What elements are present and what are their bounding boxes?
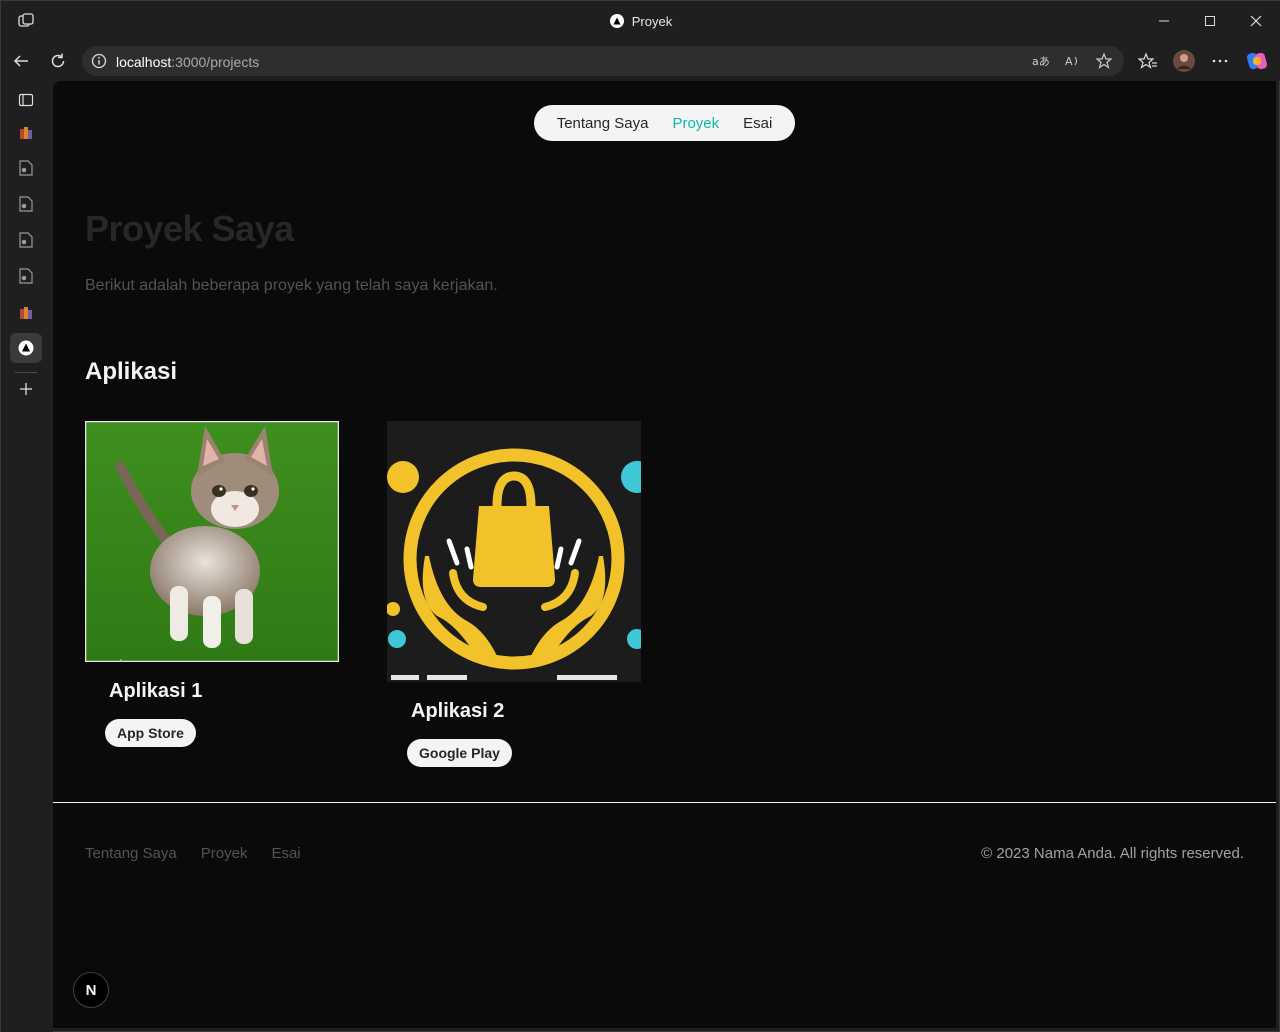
close-icon[interactable]: [1233, 1, 1279, 41]
site-favicon-icon: [609, 14, 624, 28]
app-store-button[interactable]: App Store: [105, 719, 196, 747]
minimize-icon[interactable]: [1141, 1, 1187, 41]
site-info-icon[interactable]: [91, 53, 107, 74]
tab-document-icon[interactable]: [15, 193, 37, 215]
footer-link-proyek[interactable]: Proyek: [201, 845, 248, 862]
sidebar-divider: [15, 372, 37, 373]
nextjs-dev-badge[interactable]: N: [73, 972, 109, 1008]
card-title: Aplikasi 2: [411, 700, 505, 722]
url-text[interactable]: localhost:3000/projects: [116, 54, 259, 70]
tab-favicon-icon[interactable]: [15, 121, 37, 143]
shopping-bag-hands-logo: [387, 421, 641, 682]
top-navigation: Tentang Saya Proyek Esai: [534, 105, 795, 141]
nav-link-esai[interactable]: Esai: [743, 115, 772, 132]
new-tab-plus-icon[interactable]: [15, 378, 37, 400]
copyright-text: © 2023 Nama Anda. All rights reserved.: [981, 845, 1244, 862]
nav-link-tentang-saya[interactable]: Tentang Saya: [557, 115, 649, 132]
page-title: Proyek Saya: [85, 208, 294, 249]
tab-favicon-icon[interactable]: [15, 301, 37, 323]
browser-toolbar: localhost:3000/projects aあ A: [1, 41, 1280, 81]
footer-divider: [53, 802, 1276, 803]
url-path: :3000/projects: [171, 54, 260, 70]
tab-actions-icon[interactable]: [15, 89, 37, 111]
footer-link-tentang-saya[interactable]: Tentang Saya: [85, 845, 177, 862]
page-content: Tentang Saya Proyek Esai Proyek Saya Ber…: [53, 81, 1276, 1028]
refresh-icon[interactable]: [46, 49, 70, 73]
nextjs-logo-icon: N: [85, 981, 97, 999]
title-bar: Proyek: [1, 1, 1280, 41]
window-title: Proyek: [1, 13, 1280, 29]
tab-title: Proyek: [631, 13, 673, 29]
page-description: Berikut adalah beberapa proyek yang tela…: [85, 277, 498, 294]
project-card[interactable]: Aplikasi 1 App Store: [85, 421, 339, 747]
address-bar[interactable]: localhost:3000/projects aあ A: [82, 46, 1124, 76]
footer-link-esai[interactable]: Esai: [271, 845, 300, 862]
nav-link-proyek[interactable]: Proyek: [672, 115, 719, 132]
maximize-icon[interactable]: [1187, 1, 1233, 41]
card-title: Aplikasi 1: [109, 680, 203, 702]
back-arrow-icon[interactable]: [9, 49, 33, 73]
tab-document-icon[interactable]: [15, 157, 37, 179]
svg-text:A: A: [1065, 55, 1073, 68]
read-aloud-icon[interactable]: A: [1064, 52, 1082, 70]
project-card[interactable]: Aplikasi 2 Google Play: [387, 421, 641, 767]
favorites-icon[interactable]: [1136, 49, 1160, 73]
kitten-photo: [85, 421, 339, 662]
tab-document-icon[interactable]: [15, 229, 37, 251]
tab-document-icon[interactable]: [15, 265, 37, 287]
section-title: Aplikasi: [85, 358, 178, 385]
url-host: localhost: [116, 54, 172, 70]
copilot-icon[interactable]: [1245, 49, 1269, 73]
profile-avatar[interactable]: [1172, 49, 1196, 73]
footer-navigation: Tentang Saya Proyek Esai: [85, 845, 301, 862]
more-options-icon[interactable]: [1208, 49, 1232, 73]
favorite-star-icon[interactable]: [1095, 52, 1113, 70]
google-play-button[interactable]: Google Play: [407, 739, 512, 767]
vertical-tabs-sidebar: [1, 81, 53, 1032]
translate-icon[interactable]: aあ: [1031, 52, 1049, 70]
browser-window: Proyek localhost:3000/projects aあ A Tent…: [0, 0, 1280, 1032]
active-tab-favicon-icon[interactable]: [10, 333, 42, 363]
svg-text:aあ: aあ: [1032, 55, 1049, 68]
